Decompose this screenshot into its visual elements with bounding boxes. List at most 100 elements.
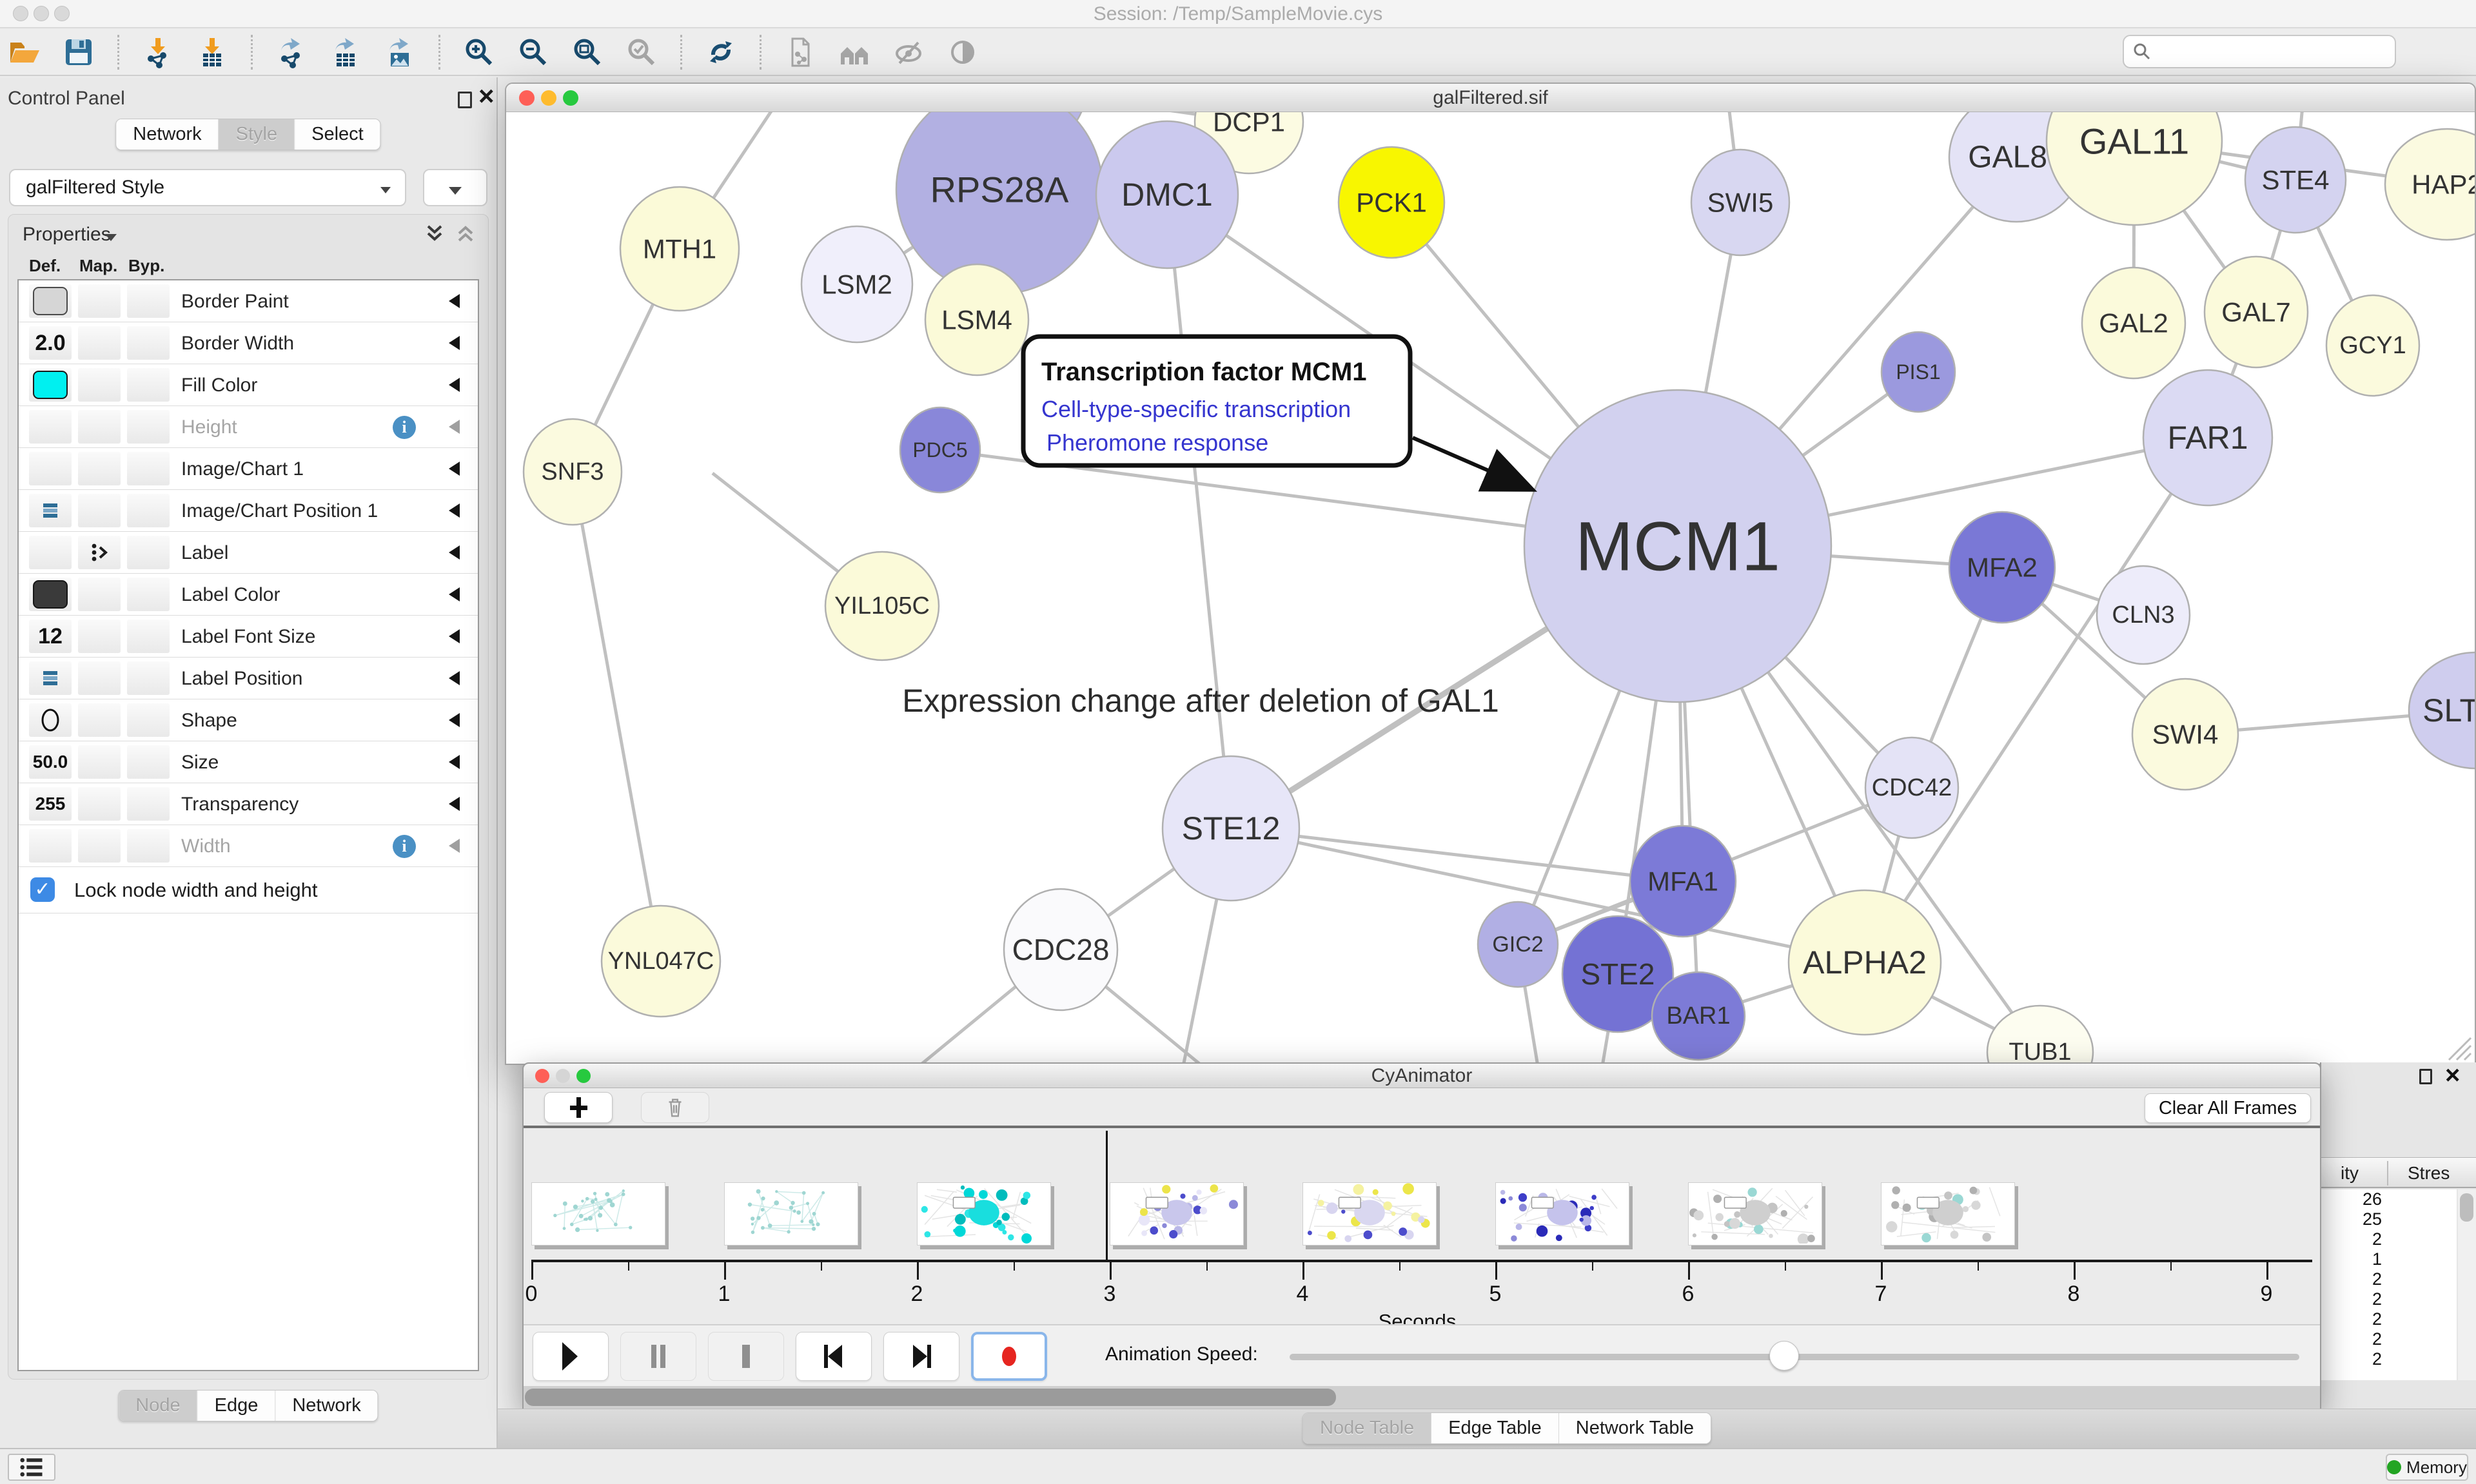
play-button[interactable] [533, 1332, 609, 1381]
table-cell-value[interactable]: 2 [2321, 1309, 2457, 1329]
cyanimator-titlebar[interactable]: CyAnimator [524, 1064, 2320, 1088]
frame-thumbnail-0[interactable] [531, 1182, 665, 1245]
bypass-cell[interactable] [127, 284, 170, 318]
scrollbar-thumb[interactable] [2460, 1193, 2473, 1222]
mapping-cell[interactable] [78, 452, 121, 485]
property-row-width[interactable]: Widthi [19, 825, 478, 867]
property-row-border-paint[interactable]: Border Paint [19, 280, 478, 322]
cyanimator-scrollbar[interactable] [524, 1386, 2320, 1409]
mapping-cell[interactable] [78, 661, 121, 695]
save-session-button[interactable] [61, 34, 97, 70]
expand-arrow-icon[interactable] [449, 587, 460, 601]
tab-select[interactable]: Select [294, 119, 380, 150]
import-table-button[interactable] [194, 34, 230, 70]
property-row-image-chart-1[interactable]: Image/Chart 1 [19, 448, 478, 490]
default-cell[interactable] [29, 368, 72, 402]
bypass-cell[interactable] [127, 368, 170, 402]
open-session-button[interactable] [6, 34, 43, 70]
tab-edge[interactable]: Edge [197, 1391, 275, 1421]
table-scrollbar[interactable] [2458, 1189, 2476, 1380]
slider-thumb[interactable] [1769, 1341, 1799, 1371]
zoom-fit-button[interactable] [569, 34, 605, 70]
annotation-link[interactable]: Cell-type-specific transcription [1041, 396, 1351, 422]
bypass-cell[interactable] [127, 620, 170, 653]
collapse-all-icon[interactable] [455, 222, 477, 244]
property-row-label-color[interactable]: Label Color [19, 574, 478, 616]
bypass-cell[interactable] [127, 661, 170, 695]
export-table-button[interactable] [328, 34, 364, 70]
mapping-cell[interactable] [78, 745, 121, 779]
playhead[interactable] [1106, 1131, 1108, 1260]
property-row-height[interactable]: Heighti [19, 406, 478, 448]
property-row-label-position[interactable]: Label Position [19, 658, 478, 699]
tab-network[interactable]: Network [116, 119, 218, 150]
info-icon[interactable]: i [393, 835, 416, 858]
expand-arrow-icon[interactable] [449, 713, 460, 727]
default-cell[interactable] [29, 494, 72, 527]
expand-arrow-icon[interactable] [449, 294, 460, 308]
resize-grip[interactable] [2442, 1031, 2472, 1061]
delete-frame-button[interactable] [641, 1092, 709, 1123]
default-cell[interactable] [29, 410, 72, 444]
expand-arrow-icon[interactable] [449, 503, 460, 518]
task-history-button[interactable] [8, 1454, 55, 1481]
expand-arrow-icon[interactable] [449, 671, 460, 685]
bypass-cell[interactable] [127, 536, 170, 569]
scrollbar-thumb[interactable] [525, 1389, 1336, 1406]
close-panel-icon[interactable]: × [2445, 1061, 2460, 1090]
float-panel-icon[interactable] [2419, 1069, 2432, 1084]
bypass-cell[interactable] [127, 745, 170, 779]
column-centrality[interactable]: ity [2341, 1163, 2359, 1184]
frame-thumbnail-1[interactable] [724, 1182, 858, 1245]
edge[interactable] [1167, 195, 1231, 828]
column-stress[interactable]: Stres [2408, 1163, 2450, 1184]
expand-arrow-icon[interactable] [449, 378, 460, 392]
bypass-cell[interactable] [127, 578, 170, 611]
previous-frame-button[interactable] [796, 1332, 872, 1381]
zoom-in-button[interactable] [461, 34, 497, 70]
table-cell-value[interactable]: 2 [2321, 1229, 2457, 1249]
mapping-cell[interactable] [78, 703, 121, 737]
frame-thumbnail-2[interactable] [917, 1182, 1051, 1245]
search-input[interactable] [2159, 41, 2392, 62]
expand-arrow-icon[interactable] [449, 755, 460, 769]
edge[interactable] [573, 472, 661, 961]
record-button[interactable] [971, 1332, 1047, 1381]
export-network-button[interactable] [273, 34, 310, 70]
default-cell[interactable]: 2.0 [29, 326, 72, 360]
network-window-titlebar[interactable]: galFiltered.sif [506, 84, 2475, 112]
default-cell[interactable] [29, 452, 72, 485]
property-row-image-chart-position-1[interactable]: Image/Chart Position 1 [19, 490, 478, 532]
bypass-cell[interactable] [127, 829, 170, 863]
mapping-cell[interactable] [78, 536, 121, 569]
frame-thumbnail-6[interactable] [1688, 1182, 1822, 1245]
expand-arrow-icon[interactable] [449, 420, 460, 434]
search-box[interactable] [2123, 35, 2396, 68]
frame-thumbnail-3[interactable] [1110, 1182, 1244, 1245]
info-icon[interactable]: i [393, 416, 416, 439]
default-cell[interactable]: 50.0 [29, 745, 72, 779]
timeline[interactable]: Seconds 0123456789 [524, 1128, 2320, 1324]
animation-speed-slider[interactable] [1290, 1338, 2299, 1374]
default-cell[interactable] [29, 829, 72, 863]
table-cell-value[interactable]: 25 [2321, 1209, 2457, 1229]
stop-button[interactable] [708, 1332, 784, 1381]
frame-thumbnail-7[interactable] [1881, 1182, 2015, 1245]
tab-network-table[interactable]: Network Table [1558, 1413, 1711, 1443]
mapping-cell[interactable] [78, 410, 121, 444]
table-cell-value[interactable]: 1 [2321, 1249, 2457, 1269]
default-cell[interactable] [29, 284, 72, 318]
expand-arrow-icon[interactable] [449, 336, 460, 350]
style-selector[interactable]: galFiltered Style [9, 169, 406, 206]
bypass-cell[interactable] [127, 410, 170, 444]
bypass-cell[interactable] [127, 703, 170, 737]
tab-edge-table[interactable]: Edge Table [1431, 1413, 1558, 1443]
mapping-cell[interactable] [78, 787, 121, 821]
mapping-cell[interactable] [78, 494, 121, 527]
expand-arrow-icon[interactable] [449, 839, 460, 853]
table-cell-value[interactable]: 26 [2321, 1189, 2457, 1209]
table-cell-value[interactable]: 2 [2321, 1289, 2457, 1309]
bypass-cell[interactable] [127, 787, 170, 821]
bypass-cell[interactable] [127, 452, 170, 485]
add-frame-button[interactable] [544, 1092, 613, 1123]
